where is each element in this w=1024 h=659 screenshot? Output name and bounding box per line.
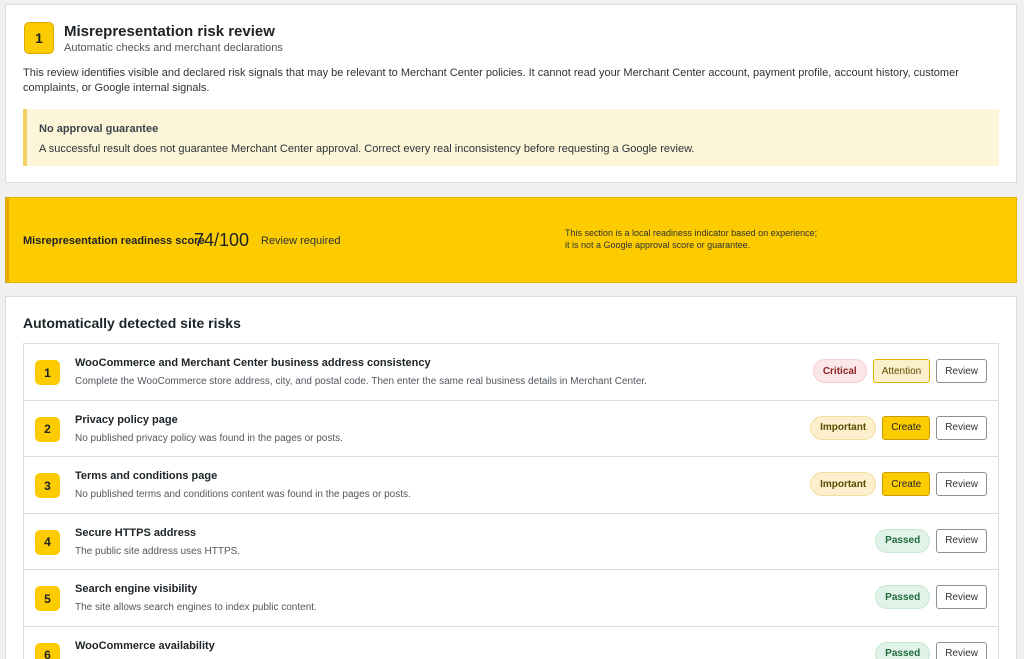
risk-title: WooCommerce and Merchant Center business…	[75, 357, 431, 369]
risk-number-badge: 5	[35, 586, 60, 612]
intro-description: This review identifies visible and decla…	[23, 67, 959, 94]
site-risks-card: Automatically detected site risks 1 WooCo…	[5, 296, 1017, 659]
risk-description: Complete the WooCommerce store address, …	[75, 376, 647, 387]
risk-actions: Important Create Review	[810, 472, 987, 497]
severity-badge: Passed	[875, 528, 931, 553]
approval-notice: No approval guarantee A successful resul…	[23, 109, 999, 166]
page-title: Misrepresentation risk review	[64, 23, 275, 40]
review-button[interactable]: Review	[936, 585, 987, 610]
score-note-line: This section is a local readiness indica…	[565, 228, 818, 238]
score-note: This section is a local readiness indica…	[565, 227, 817, 251]
score-label: Misrepresentation readiness score	[23, 235, 205, 247]
risk-description: The public site address uses HTTPS.	[75, 545, 241, 557]
notice-title: No approval guarantee	[39, 123, 159, 135]
severity-badge: Critical	[812, 359, 867, 383]
risk-actions: Passed Review	[875, 641, 987, 659]
risk-row: 5 Search engine visibility The site allows…	[24, 570, 998, 627]
risk-description: No published terms and conditions conten…	[75, 489, 411, 501]
review-button[interactable]: Review	[936, 641, 987, 659]
risk-actions: Passed Review	[875, 585, 987, 610]
step-number-badge: 1	[24, 22, 54, 54]
risk-actions: Critical Attention Review	[812, 359, 987, 383]
severity-badge: Passed	[875, 641, 931, 659]
page-subtitle: Automatic checks and merchant declaratio…	[64, 42, 283, 54]
risk-title: WooCommerce availability	[75, 639, 215, 652]
risk-title: Terms and conditions page	[75, 470, 218, 483]
risk-number-badge: 3	[35, 473, 60, 499]
risk-title: Search engine visibility	[75, 583, 198, 596]
readiness-score-card: Misrepresentation readiness score 74/100…	[5, 197, 1017, 283]
severity-badge: Passed	[875, 585, 931, 610]
notice-text: A successful result does not guarantee M…	[39, 143, 695, 155]
risk-row: 1 WooCommerce and Merchant Center busines…	[24, 344, 998, 401]
risk-description: No published privacy policy was found in…	[75, 432, 343, 444]
review-button[interactable]: Review	[936, 415, 987, 440]
risk-number-badge: 2	[35, 416, 60, 442]
risk-number-badge: 4	[35, 529, 60, 555]
risk-title: Privacy policy page	[75, 413, 178, 426]
review-button[interactable]: Review	[936, 528, 987, 553]
score-value: 74/100	[194, 230, 250, 250]
risk-row: 4 Secure HTTPS address The public site add…	[24, 514, 998, 571]
section-title: Automatically detected site risks	[23, 315, 241, 331]
risk-title: Secure HTTPS address	[75, 526, 197, 539]
risk-row: 6 WooCommerce availability Passed Review	[24, 627, 998, 659]
risk-actions: Passed Review	[875, 528, 987, 553]
create-button[interactable]: Create	[882, 472, 931, 497]
risk-row: 2 Privacy policy page No published privacy…	[24, 401, 998, 458]
severity-badge: Important	[810, 472, 877, 497]
create-button[interactable]: Create	[882, 415, 931, 440]
attention-button[interactable]: Attention	[872, 359, 931, 383]
severity-badge: Important	[810, 415, 877, 440]
review-button[interactable]: Review	[936, 472, 987, 497]
intro-card: 1 Misrepresentation risk review Automati…	[5, 4, 1017, 183]
review-button[interactable]: Review	[936, 359, 987, 383]
risk-number-badge: 6	[35, 642, 60, 659]
risk-row: 3 Terms and conditions page No published t…	[24, 457, 998, 514]
score-status: Review required	[261, 235, 341, 247]
risk-list: 1 WooCommerce and Merchant Center busines…	[23, 343, 999, 659]
score-note-line: it is not a Google approval score or gua…	[565, 240, 751, 250]
risk-actions: Important Create Review	[810, 415, 987, 440]
risk-number-badge: 1	[35, 360, 60, 385]
risk-description: The site allows search engines to index …	[75, 602, 317, 614]
